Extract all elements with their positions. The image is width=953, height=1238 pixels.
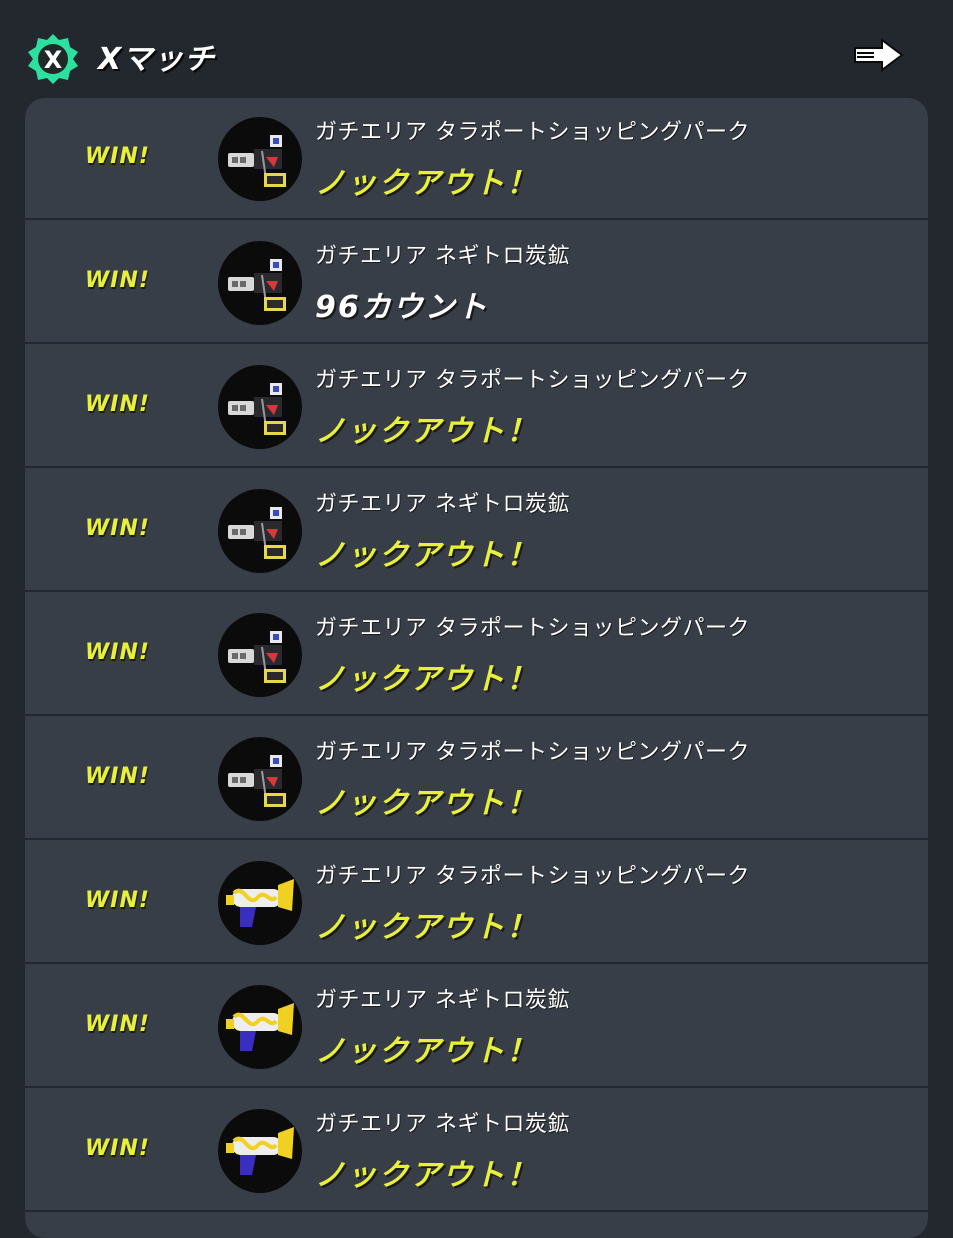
battle-row[interactable]: WIN! ガチエリア ネギトロ炭鉱 ノックアウト！	[25, 966, 928, 1088]
splattershot-pro-nouveau-weapon-icon	[218, 737, 302, 821]
battle-mode: ガチエリア	[315, 864, 428, 889]
battle-stage: タラポートショッピングパーク	[435, 616, 751, 641]
battle-result: WIN!	[85, 268, 150, 293]
battle-history-list: WIN! ガチエリア タラポートショッピングパーク ノックアウト！ WIN! ガチエ…	[25, 98, 928, 1238]
battle-mode: ガチエリア	[315, 492, 428, 517]
battle-outcome: ノックアウト！	[315, 166, 539, 201]
battle-mode-stage: ガチエリア ネギトロ炭鉱	[315, 1106, 570, 1138]
battle-outcome: 96カウント	[315, 290, 489, 325]
battle-outcome: ノックアウト！	[315, 538, 539, 573]
splattershot-pro-nouveau-weapon-icon	[218, 117, 302, 201]
battle-stage: ネギトロ炭鉱	[435, 244, 571, 269]
battle-mode: ガチエリア	[315, 616, 428, 641]
battle-result: WIN!	[85, 516, 150, 541]
splattershot-pro-nouveau-weapon-icon	[218, 365, 302, 449]
arrow-right-icon	[854, 38, 904, 72]
squeezer-weapon-icon	[218, 1109, 302, 1193]
battle-outcome: ノックアウト！	[315, 786, 539, 821]
battle-result: WIN!	[85, 144, 150, 169]
svg-text:X: X	[44, 46, 63, 74]
battle-mode-stage: ガチエリア ネギトロ炭鉱	[315, 238, 570, 270]
battle-stage: ネギトロ炭鉱	[435, 492, 571, 517]
battle-mode: ガチエリア	[315, 120, 428, 145]
battle-stage: タラポートショッピングパーク	[435, 864, 751, 889]
next-arrow-button[interactable]	[852, 38, 904, 72]
battle-row[interactable]: WIN! ガチエリア ネギトロ炭鉱 96カウント	[25, 222, 928, 344]
battle-outcome: ノックアウト！	[315, 1034, 539, 1069]
battle-mode: ガチエリア	[315, 1112, 428, 1137]
battle-result: WIN!	[85, 1136, 150, 1161]
battle-mode: ガチエリア	[315, 244, 428, 269]
splattershot-pro-nouveau-weapon-icon	[218, 613, 302, 697]
battle-mode-stage: ガチエリア タラポートショッピングパーク	[315, 858, 750, 890]
battle-stage: ネギトロ炭鉱	[435, 988, 571, 1013]
battle-row[interactable]: WIN! ガチエリア タラポートショッピングパーク ノックアウト！	[25, 594, 928, 716]
battle-stage: タラポートショッピングパーク	[435, 740, 751, 765]
squeezer-weapon-icon	[218, 985, 302, 1069]
page-title: Xマッチ	[98, 42, 216, 77]
battle-stage: タラポートショッピングパーク	[435, 368, 751, 393]
battle-mode: ガチエリア	[315, 988, 428, 1013]
battle-mode-stage: ガチエリア タラポートショッピングパーク	[315, 362, 750, 394]
battle-mode-stage: ガチエリア ネギトロ炭鉱	[315, 486, 570, 518]
header: X Xマッチ	[0, 0, 953, 98]
battle-row[interactable]: WIN! ガチエリア タラポートショッピングパーク ノックアウト！	[25, 842, 928, 964]
battle-mode: ガチエリア	[315, 368, 428, 393]
battle-stage: タラポートショッピングパーク	[435, 120, 751, 145]
battle-row[interactable]: WIN! ガチエリア タラポートショッピングパーク ノックアウト！	[25, 346, 928, 468]
battle-outcome: ノックアウト！	[315, 910, 539, 945]
battle-outcome: ノックアウト！	[315, 414, 539, 449]
x-match-badge-icon: X	[26, 32, 80, 86]
battle-mode-stage: ガチエリア タラポートショッピングパーク	[315, 610, 750, 642]
battle-mode: ガチエリア	[315, 740, 428, 765]
battle-stage: ネギトロ炭鉱	[435, 1112, 571, 1137]
battle-result: WIN!	[85, 764, 150, 789]
battle-result: WIN!	[85, 640, 150, 665]
battle-result: WIN!	[85, 888, 150, 913]
battle-mode-stage: ガチエリア タラポートショッピングパーク	[315, 114, 750, 146]
battle-outcome: ノックアウト！	[315, 1158, 539, 1193]
splattershot-pro-nouveau-weapon-icon	[218, 489, 302, 573]
battle-row[interactable]: WIN! ガチエリア タラポートショッピングパーク ノックアウト！	[25, 98, 928, 220]
battle-outcome: ノックアウト！	[315, 662, 539, 697]
battle-result: WIN!	[85, 392, 150, 417]
battle-mode-stage: ガチエリア タラポートショッピングパーク	[315, 734, 750, 766]
battle-row[interactable]: WIN! ガチエリア ネギトロ炭鉱 ノックアウト！	[25, 470, 928, 592]
battle-row[interactable]: WIN! ガチエリア タラポートショッピングパーク ノックアウト！	[25, 718, 928, 840]
splattershot-pro-nouveau-weapon-icon	[218, 241, 302, 325]
battle-mode-stage: ガチエリア ネギトロ炭鉱	[315, 982, 570, 1014]
squeezer-weapon-icon	[218, 861, 302, 945]
battle-result: WIN!	[85, 1012, 150, 1037]
battle-row[interactable]: WIN! ガチエリア ネギトロ炭鉱 ノックアウト！	[25, 1090, 928, 1212]
